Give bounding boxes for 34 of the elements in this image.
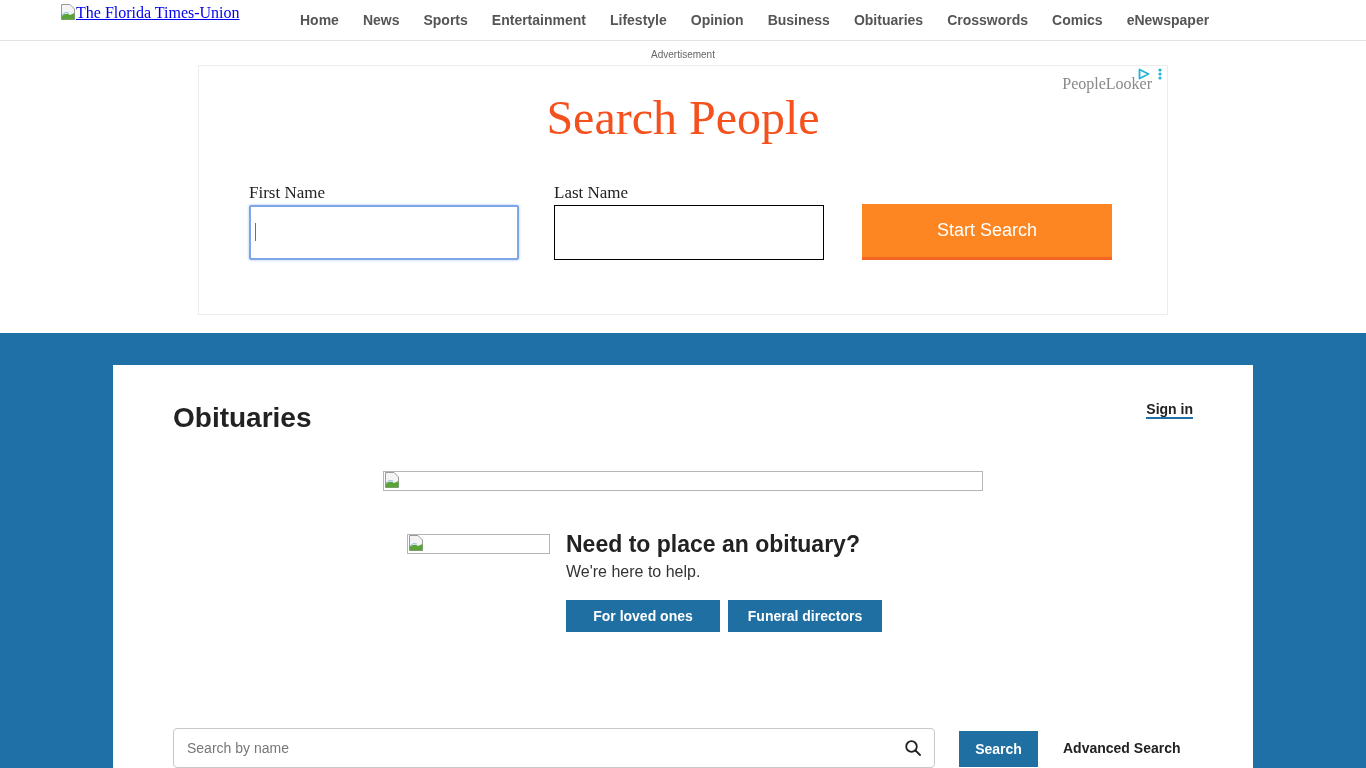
promo-button[interactable]: For loved ones [566, 600, 720, 632]
promo-button[interactable]: Funeral directors [728, 600, 882, 632]
advertiser-name: PeopleLooker [1062, 75, 1152, 93]
advertisement-label: Advertisement [650, 49, 716, 61]
vertical-dots-icon[interactable] [1158, 68, 1162, 80]
nav-link[interactable]: Entertainment [491, 0, 586, 40]
ad-headline: Search People [545, 90, 821, 146]
nav-link[interactable]: Obituaries [853, 0, 924, 40]
page-title: Obituaries [173, 401, 312, 435]
text-cursor-icon [255, 223, 256, 241]
search-button[interactable]: Search [959, 731, 1038, 767]
nav-link[interactable]: Opinion [690, 0, 744, 40]
logo-link[interactable]: The Florida Times-Union [60, 4, 240, 22]
broken-image-icon [60, 4, 76, 20]
search-icon [905, 740, 921, 756]
nav-link[interactable]: Lifestyle [609, 0, 667, 40]
nav-link[interactable]: Business [767, 0, 830, 40]
nav-link[interactable]: Home [300, 0, 339, 40]
input-field[interactable] [554, 205, 824, 260]
broken-image-icon [408, 535, 424, 551]
promo-title: Need to place an obituary? [566, 530, 861, 558]
nav-link[interactable]: Crosswords [947, 0, 1029, 40]
field-label: First Name [249, 183, 327, 203]
nav-link[interactable]: Comics [1052, 0, 1103, 40]
nav-link[interactable]: Sports [423, 0, 468, 40]
field-label: Last Name [554, 183, 630, 203]
broken-image-icon [384, 472, 400, 488]
input-field[interactable] [249, 205, 519, 260]
promo-subtitle: We're here to help. [566, 562, 702, 582]
nav-link[interactable]: eNewspaper [1126, 0, 1210, 40]
nav-link[interactable]: News [362, 0, 400, 40]
search-field[interactable]: Search by name [173, 728, 935, 768]
advanced-search-link[interactable]: Advanced Search [1063, 740, 1181, 757]
sign-in-link[interactable]: Sign in [1146, 401, 1193, 419]
